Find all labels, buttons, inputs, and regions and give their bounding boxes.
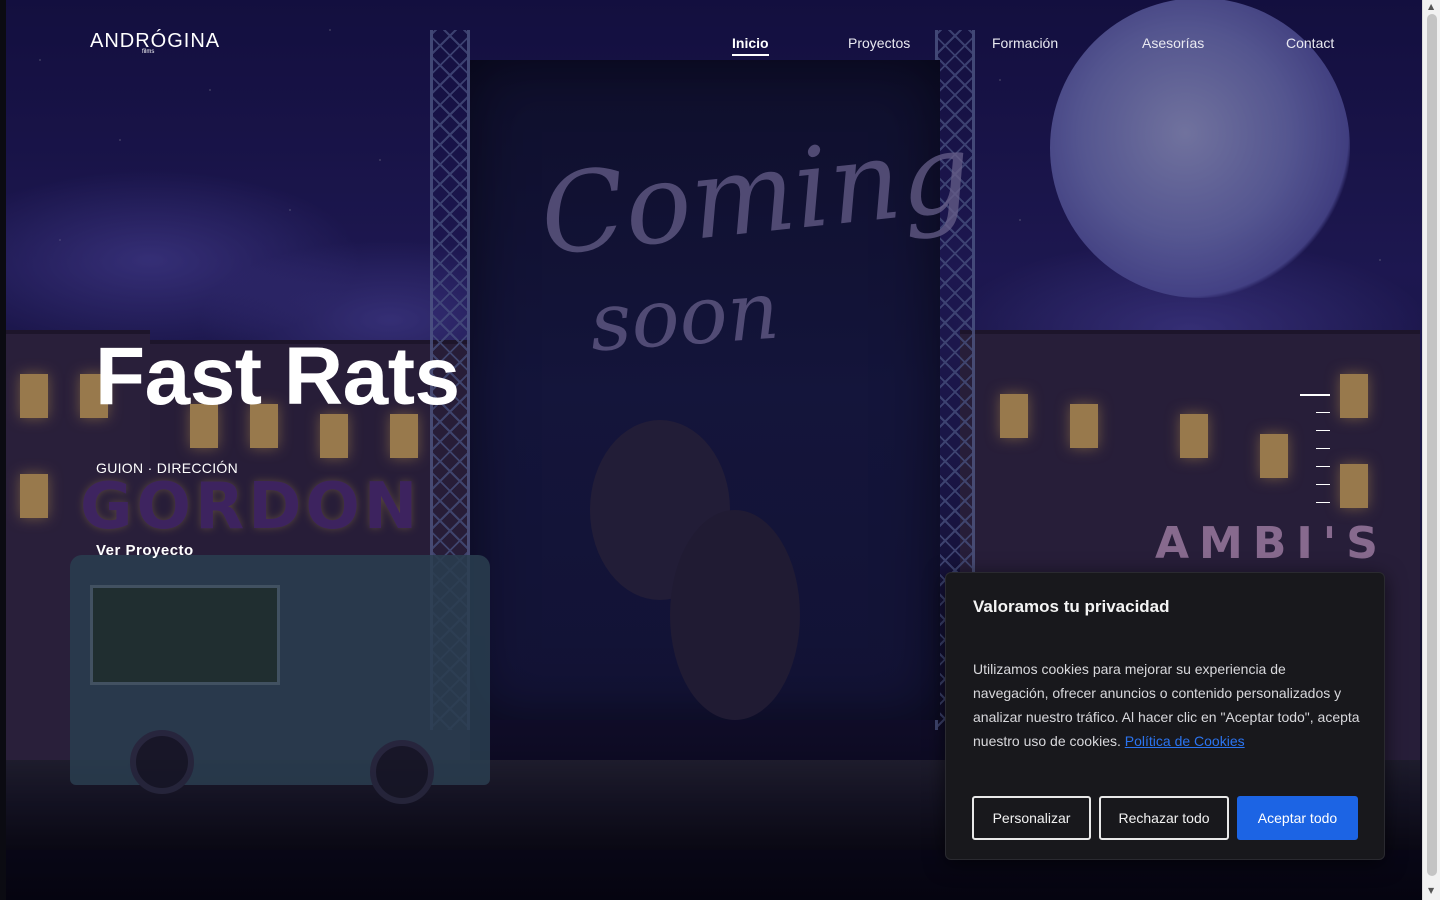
hero-subtitle: GUION · DIRECCIÓN: [96, 460, 238, 476]
slide-indicator[interactable]: [1316, 448, 1330, 449]
scrollbar-thumb[interactable]: [1427, 14, 1437, 876]
cookie-title: Valoramos tu privacidad: [973, 597, 1170, 616]
nav-item-inicio[interactable]: Inicio: [732, 35, 769, 56]
page-edge: [0, 0, 6, 900]
reject-all-button[interactable]: Rechazar todo: [1099, 796, 1229, 840]
cookie-policy-link[interactable]: Política de Cookies: [1125, 733, 1245, 749]
slide-indicators: [1300, 394, 1330, 514]
accept-all-button[interactable]: Aceptar todo: [1237, 796, 1358, 840]
page-scrollbar[interactable]: ▲ ▼: [1422, 0, 1440, 900]
main-nav: Inicio Proyectos Formación Asesorías Con…: [0, 35, 1440, 56]
slide-indicator[interactable]: [1316, 466, 1330, 467]
nav-item-asesorias[interactable]: Asesorías: [1142, 35, 1204, 51]
scroll-down-icon[interactable]: ▼: [1428, 886, 1434, 895]
customize-button[interactable]: Personalizar: [972, 796, 1091, 840]
slide-indicator[interactable]: [1316, 502, 1330, 503]
nav-item-formacion[interactable]: Formación: [992, 35, 1058, 51]
scroll-up-icon[interactable]: ▲: [1428, 2, 1434, 11]
slide-indicator[interactable]: [1316, 430, 1330, 431]
cookie-text: Utilizamos cookies para mejorar su exper…: [973, 657, 1365, 753]
view-project-link[interactable]: Ver Proyecto: [96, 542, 194, 559]
nav-item-proyectos[interactable]: Proyectos: [848, 35, 910, 51]
hero-title: Fast Rats: [95, 331, 460, 422]
slide-indicator[interactable]: [1316, 484, 1330, 485]
nav-item-contact[interactable]: Contact: [1286, 35, 1334, 51]
slide-indicator-active[interactable]: [1300, 394, 1330, 396]
cookie-consent-dialog: Valoramos tu privacidad Utilizamos cooki…: [945, 572, 1385, 860]
slide-indicator[interactable]: [1316, 412, 1330, 413]
